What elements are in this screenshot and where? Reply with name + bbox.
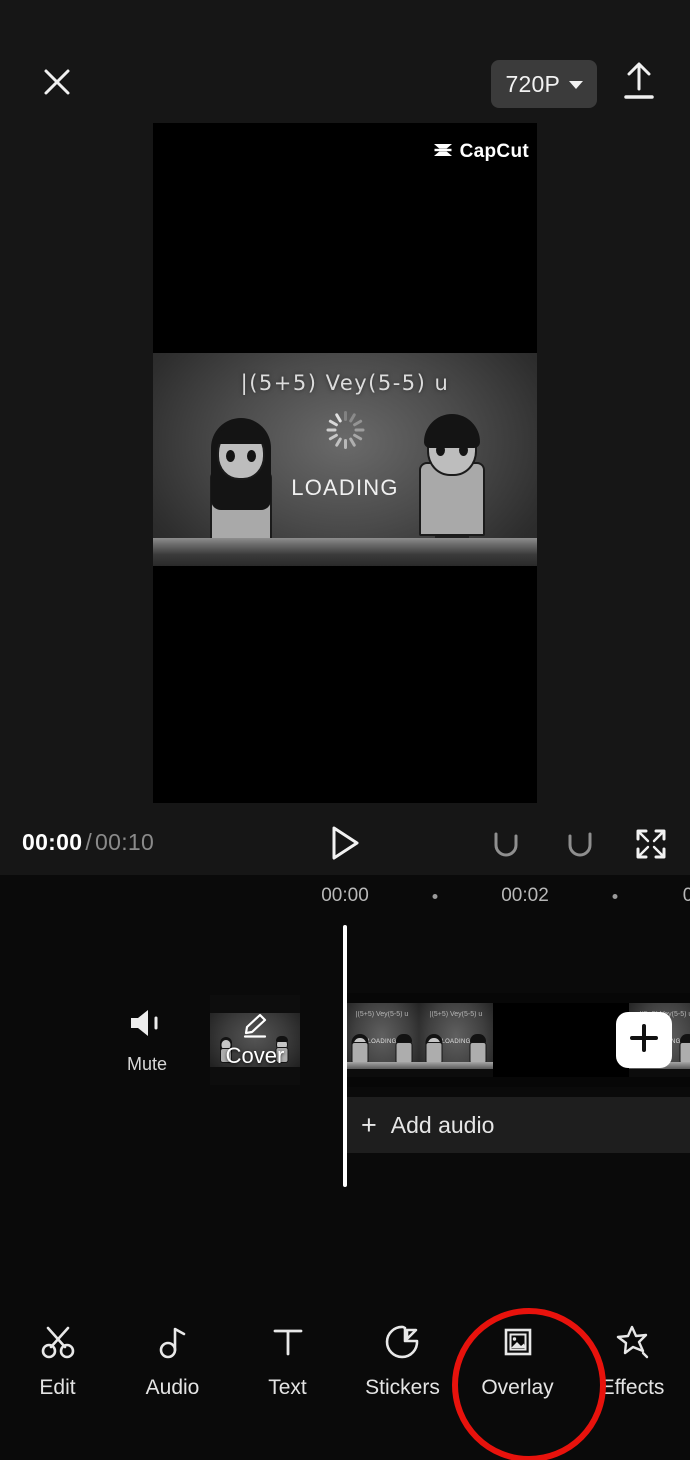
music-note-icon bbox=[153, 1322, 193, 1362]
ruler-tick-label: 00:00 bbox=[321, 885, 369, 906]
fullscreen-button[interactable] bbox=[629, 824, 673, 868]
export-button[interactable] bbox=[614, 56, 664, 110]
cover-thumbnail-button[interactable]: Cover bbox=[210, 995, 300, 1085]
cover-label: Cover bbox=[225, 1043, 285, 1068]
resolution-selector[interactable]: 720P bbox=[491, 60, 597, 108]
current-time: 00:00 bbox=[22, 829, 83, 855]
nav-item-text[interactable]: Text bbox=[230, 1322, 345, 1400]
filmstrip-frame: |(5+5) Vey(5-5) uLOADING bbox=[419, 1003, 493, 1077]
timeline-ruler[interactable]: 00:00 00:02 0 bbox=[0, 875, 690, 917]
volume-mute-icon bbox=[126, 1010, 168, 1045]
plus-icon: + bbox=[361, 1109, 377, 1140]
video-preview-canvas[interactable]: CapCut |(5+5) Vey(5-5) u LOADING bbox=[153, 123, 537, 803]
sparkle-star-icon bbox=[613, 1322, 653, 1362]
bottom-toolbar: Edit Audio Text Stickers Overlay Effects bbox=[0, 1280, 690, 1460]
play-icon bbox=[328, 824, 362, 867]
filmstrip-equation: |(5+5) Vey(5-5) u bbox=[429, 1011, 483, 1018]
nav-item-label: Overlay bbox=[481, 1376, 554, 1399]
capcut-editor-screen: 720P CapCut |(5+5) Vey(5-5) u LOADING 00… bbox=[0, 0, 690, 1460]
image-frame-icon bbox=[498, 1322, 538, 1362]
ruler-tick-dot bbox=[432, 894, 438, 899]
filmstrip-character-boy bbox=[395, 1032, 413, 1064]
fullscreen-icon bbox=[634, 827, 668, 866]
top-bar: 720P bbox=[0, 0, 690, 123]
nav-item-label: Text bbox=[268, 1376, 307, 1399]
scissors-icon bbox=[38, 1322, 78, 1362]
redo-icon bbox=[561, 828, 597, 865]
close-icon bbox=[37, 62, 77, 102]
sticker-icon bbox=[383, 1322, 423, 1362]
time-readout: 00:00/00:10 bbox=[22, 829, 154, 856]
ruler-tick-dot bbox=[612, 894, 618, 899]
watermark-text: CapCut bbox=[459, 141, 529, 162]
pencil-icon bbox=[240, 1013, 270, 1044]
mute-label: Mute bbox=[126, 1054, 168, 1074]
nav-item-overlay[interactable]: Overlay bbox=[460, 1322, 575, 1400]
loading-spinner-icon bbox=[326, 411, 364, 449]
add-audio-track[interactable]: + Add audio bbox=[345, 1097, 690, 1153]
classroom-floor bbox=[153, 538, 537, 566]
filmstrip-character-girl bbox=[351, 1034, 369, 1064]
playhead[interactable] bbox=[343, 925, 347, 1187]
video-frame-content: |(5+5) Vey(5-5) u LOADING bbox=[153, 353, 537, 566]
nav-item-stickers[interactable]: Stickers bbox=[345, 1322, 460, 1400]
add-clip-button[interactable] bbox=[616, 1012, 672, 1068]
nav-item-label: Edit bbox=[39, 1376, 76, 1399]
text-t-icon bbox=[268, 1322, 308, 1362]
mute-button[interactable]: Mute bbox=[120, 1005, 174, 1075]
nav-item-label: Audio bbox=[145, 1376, 200, 1399]
preview-stage: CapCut |(5+5) Vey(5-5) u LOADING bbox=[0, 123, 690, 813]
filmstrip-character-girl bbox=[425, 1034, 443, 1064]
plus-icon bbox=[628, 1022, 660, 1059]
undo-button[interactable] bbox=[485, 824, 529, 868]
chalkboard-equation: |(5+5) Vey(5-5) u bbox=[240, 371, 450, 395]
playback-bar: 00:00/00:10 bbox=[0, 813, 690, 875]
filmstrip-equation: |(5+5) Vey(5-5) u bbox=[355, 1011, 409, 1018]
close-button[interactable] bbox=[33, 58, 81, 106]
time-separator: / bbox=[85, 829, 93, 855]
filmstrip-gap bbox=[493, 1003, 629, 1077]
total-time: 00:10 bbox=[95, 829, 155, 855]
capcut-logo-icon bbox=[431, 142, 454, 163]
capcut-watermark: CapCut bbox=[431, 141, 529, 163]
redo-button[interactable] bbox=[557, 824, 601, 868]
nav-item-label: Stickers bbox=[365, 1376, 440, 1399]
timeline-panel[interactable]: 00:00 00:02 0 Mute Cover |(5+5) Vey(5-5)… bbox=[0, 875, 690, 1280]
nav-item-audio[interactable]: Audio bbox=[115, 1322, 230, 1400]
ruler-tick-label: 0 bbox=[682, 885, 690, 906]
upload-icon bbox=[619, 59, 659, 108]
ruler-tick-label: 00:02 bbox=[501, 885, 549, 906]
add-audio-label: Add audio bbox=[390, 1111, 495, 1138]
nav-item-label: Effects bbox=[600, 1376, 665, 1399]
filmstrip-frame: |(5+5) Vey(5-5) uLOADING bbox=[345, 1003, 419, 1077]
play-button[interactable] bbox=[322, 822, 368, 868]
undo-icon bbox=[489, 828, 525, 865]
resolution-label: 720P bbox=[505, 70, 560, 97]
nav-item-effects[interactable]: Effects bbox=[575, 1322, 690, 1400]
filmstrip-character-boy bbox=[679, 1032, 690, 1064]
filmstrip-character-boy bbox=[469, 1032, 487, 1064]
cover-overlay: Cover bbox=[210, 995, 300, 1085]
nav-item-edit[interactable]: Edit bbox=[0, 1322, 115, 1400]
chevron-down-icon bbox=[569, 81, 583, 89]
